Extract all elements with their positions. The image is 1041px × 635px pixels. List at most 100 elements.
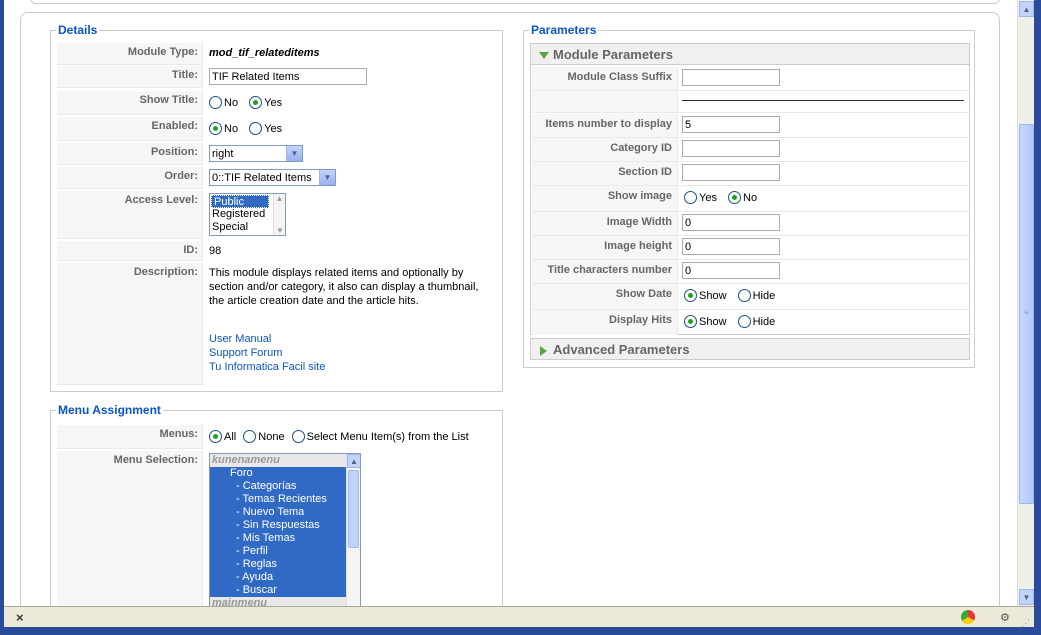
menu-assignment-fieldset: Menu Assignment Menus: All None Select M… <box>50 403 503 606</box>
access-level-label: Access Level: <box>57 191 203 239</box>
chevron-up-icon: ▲ <box>275 194 284 203</box>
position-select[interactable]: right ▼ <box>209 145 303 162</box>
title-chars-input[interactable] <box>682 262 780 279</box>
display-hits-show-radio[interactable] <box>684 315 697 328</box>
show-title-yes-radio[interactable] <box>249 96 263 109</box>
section-id-row: Section ID <box>532 162 970 186</box>
chevron-down-icon[interactable]: ▼ <box>1019 589 1034 605</box>
image-height-row: Image height <box>532 236 970 260</box>
tif-site-link[interactable]: Tu Informatica Facil site <box>209 361 325 373</box>
items-number-row: Items number to display <box>532 114 970 138</box>
items-number-input[interactable] <box>682 116 780 133</box>
enabled-no-radio[interactable] <box>209 122 222 135</box>
order-select-value: 0::TIF Related Items <box>212 171 312 184</box>
access-listbox-scrollbar[interactable]: ▲ ▼ <box>273 194 285 235</box>
page-scrollbar[interactable]: ▲ ≡ ▼ <box>1017 0 1034 606</box>
menu-item-foro[interactable]: Foro <box>210 467 346 480</box>
spacer-key <box>532 91 678 112</box>
menu-item-perfil[interactable]: - Perfil <box>210 545 346 558</box>
menus-select-label: Select Menu Item(s) from the List <box>306 430 469 443</box>
show-title-yes-label: Yes <box>264 96 283 109</box>
position-select-value: right <box>212 147 234 160</box>
chevron-up-icon[interactable]: ▲ <box>347 454 360 468</box>
menu-selection-row: Menu Selection: kunenamenu Foro - Catego… <box>57 451 367 606</box>
order-row: Order: 0::TIF Related Items ▼ <box>57 167 342 189</box>
image-width-label: Image Width <box>532 212 678 235</box>
show-image-yes-radio[interactable] <box>684 191 697 204</box>
image-width-row: Image Width <box>532 212 970 236</box>
module-parameters-toggle[interactable]: Module Parameters <box>530 43 970 65</box>
menus-none-radio[interactable] <box>243 430 257 443</box>
title-input[interactable] <box>209 68 367 85</box>
category-id-input[interactable] <box>682 140 780 157</box>
chevron-up-icon[interactable]: ▲ <box>1019 1 1034 17</box>
show-title-no-radio[interactable] <box>209 96 222 109</box>
close-icon[interactable]: × <box>16 610 24 625</box>
show-date-row: Show Date Show Hide <box>532 284 970 310</box>
order-label: Order: <box>57 167 203 189</box>
display-hits-hide-radio[interactable] <box>737 315 751 328</box>
parameters-fieldset: Parameters Module Parameters Module Clas… <box>523 23 975 368</box>
menu-item-categorias[interactable]: - Categorías <box>210 480 346 493</box>
section-id-label: Section ID <box>532 162 678 185</box>
menu-group-mainmenu: mainmenu <box>210 597 346 606</box>
chevron-down-icon: ▼ <box>276 226 284 235</box>
menu-group-kunenamenu: kunenamenu <box>210 454 346 467</box>
menu-item-mis-temas[interactable]: - Mis Temas <box>210 532 346 545</box>
details-fieldset: Details Module Type: mod_tif_relateditem… <box>50 23 503 392</box>
details-legend: Details <box>56 23 100 37</box>
menu-assignment-legend: Menu Assignment <box>56 403 163 417</box>
resize-grip-icon[interactable]: ⋰ <box>1021 619 1030 628</box>
menu-item-reglas[interactable]: - Reglas <box>210 558 346 571</box>
title-label: Title: <box>57 66 203 88</box>
id-value: 98 <box>209 245 222 257</box>
page-scroll-thumb[interactable]: ≡ <box>1019 124 1034 504</box>
title-row: Title: <box>57 66 373 88</box>
show-title-row: Show Title: No Yes <box>57 91 296 115</box>
show-title-no-label: No <box>224 96 239 109</box>
order-select[interactable]: 0::TIF Related Items ▼ <box>209 169 336 186</box>
menu-item-temas-recientes[interactable]: - Temas Recientes <box>210 493 346 506</box>
grip-icon: ≡ <box>1024 308 1029 317</box>
menus-all-label: All <box>224 430 237 443</box>
category-id-row: Category ID <box>532 138 970 162</box>
status-bar: × ⚙ ⋰ <box>4 606 1034 628</box>
separator-line <box>682 100 964 101</box>
title-chars-row: Title characters number <box>532 260 970 284</box>
section-id-input[interactable] <box>682 164 780 181</box>
menus-select-radio[interactable] <box>291 430 305 443</box>
image-width-input[interactable] <box>682 214 780 231</box>
advanced-parameters-toggle[interactable]: Advanced Parameters <box>530 338 970 360</box>
access-option-public[interactable]: Public <box>211 195 269 208</box>
id-row: ID: 98 <box>57 241 227 261</box>
advanced-parameters-title: Advanced Parameters <box>553 342 690 357</box>
module-type-value: mod_tif_relateditems <box>209 47 320 59</box>
menu-item-nuevo-tema[interactable]: - Nuevo Tema <box>210 506 346 519</box>
id-label: ID: <box>57 241 203 261</box>
show-date-show-radio[interactable] <box>684 289 697 302</box>
show-image-no-radio[interactable] <box>728 191 742 204</box>
menu-item-ayuda[interactable]: - Ayuda <box>210 571 346 584</box>
image-height-input[interactable] <box>682 238 780 255</box>
menu-selection-listbox[interactable]: kunenamenu Foro - Categorías - Temas Rec… <box>209 453 361 606</box>
class-suffix-row: Module Class Suffix <box>532 67 970 91</box>
module-type-label: Module Type: <box>57 43 203 65</box>
support-forum-link[interactable]: Support Forum <box>209 347 282 359</box>
menu-listbox-scroll-thumb[interactable] <box>348 470 359 548</box>
description-row: Description: This module displays relate… <box>57 263 493 385</box>
class-suffix-input[interactable] <box>682 69 780 86</box>
menus-all-radio[interactable] <box>209 430 222 443</box>
display-hits-hide-label: Hide <box>752 315 776 328</box>
items-number-label: Items number to display <box>532 114 678 137</box>
user-manual-link[interactable]: User Manual <box>209 333 271 345</box>
access-level-listbox[interactable]: Public Registered Special ▲ ▼ <box>209 193 286 236</box>
enabled-yes-label: Yes <box>264 122 283 135</box>
enabled-no-label: No <box>224 122 239 135</box>
menu-item-buscar[interactable]: - Buscar <box>210 584 346 597</box>
spacer-row <box>532 91 970 113</box>
position-label: Position: <box>57 143 203 165</box>
menu-listbox-scrollbar[interactable]: ▲ <box>346 454 360 606</box>
show-date-hide-radio[interactable] <box>737 289 751 302</box>
enabled-yes-radio[interactable] <box>249 122 263 135</box>
menu-item-sin-respuestas[interactable]: - Sin Respuestas <box>210 519 346 532</box>
